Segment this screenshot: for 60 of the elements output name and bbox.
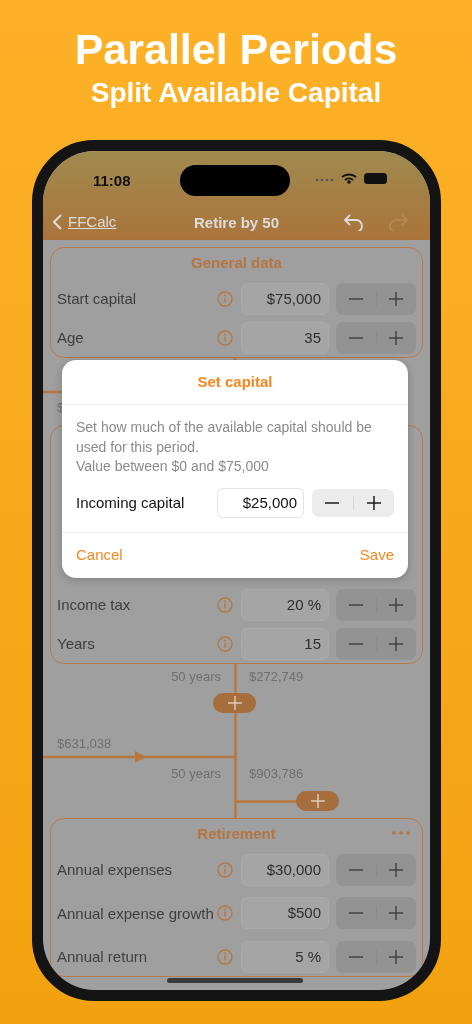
field-label: Start capital — [57, 289, 138, 308]
info-icon[interactable] — [217, 596, 233, 613]
plus-icon — [388, 861, 405, 878]
minus-icon — [348, 603, 363, 606]
stepper[interactable] — [312, 488, 394, 517]
field-label: Years — [57, 634, 96, 653]
back-link[interactable]: FFCalc — [53, 211, 117, 234]
plus-icon — [388, 596, 405, 613]
undo-icon[interactable] — [343, 213, 365, 231]
value-field[interactable]: $500 — [241, 897, 329, 929]
minus-icon — [348, 955, 363, 958]
field-label: Annual return — [57, 947, 149, 966]
plus-icon — [310, 794, 325, 808]
more-icon[interactable] — [392, 831, 410, 835]
info-icon[interactable] — [217, 948, 233, 965]
value-field[interactable]: 35 — [241, 321, 329, 354]
plus-icon — [365, 494, 382, 511]
headline: Parallel Periods — [73, 24, 399, 75]
field-label: Annual expense growth — [57, 903, 215, 923]
plus-icon — [388, 948, 405, 965]
info-icon[interactable] — [217, 329, 233, 346]
value-field[interactable]: 15 — [241, 627, 329, 660]
minus-icon — [348, 868, 363, 871]
battery-icon — [364, 173, 387, 184]
plus-icon — [388, 329, 405, 346]
minus-icon — [348, 642, 363, 645]
value-field[interactable]: 5 % — [241, 940, 329, 973]
field-label: Incoming capital — [76, 493, 186, 512]
plus-icon — [388, 905, 405, 921]
dialog-message: Value between $0 and $75,000 — [76, 457, 270, 476]
nav-title: Retire by 50 — [194, 213, 279, 233]
value-field[interactable]: $75,000 — [241, 282, 329, 315]
minus-icon — [325, 501, 340, 504]
section-title: General data — [191, 253, 282, 274]
info-icon[interactable] — [217, 861, 233, 878]
field-label: Income tax — [57, 595, 132, 614]
info-icon[interactable] — [217, 635, 233, 652]
status-time: 11:08 — [93, 171, 131, 191]
value-field[interactable]: 20 % — [241, 588, 329, 621]
minus-icon — [348, 336, 363, 339]
plus-icon — [388, 290, 405, 307]
info-icon[interactable] — [217, 905, 233, 921]
minus-icon — [348, 297, 363, 300]
section-title: Retirement — [197, 824, 276, 845]
dialog-message: Set how much of the available capital should be used for this period. — [76, 418, 373, 457]
field-label: Age — [57, 328, 85, 347]
subheadline: Split Available Capital — [89, 76, 383, 110]
plus-icon — [388, 635, 405, 652]
wifi-icon — [341, 172, 357, 184]
dialog-title: Set capital — [62, 360, 408, 405]
chevron-left-icon — [53, 214, 62, 231]
signal-icon — [315, 178, 335, 182]
minus-icon — [348, 912, 363, 914]
add-button[interactable] — [296, 791, 339, 811]
value-field[interactable]: $30,000 — [241, 853, 329, 886]
capital-field[interactable]: $25,000 — [217, 487, 304, 518]
add-button[interactable] — [213, 693, 256, 713]
info-icon[interactable] — [217, 290, 233, 307]
plus-icon — [227, 696, 242, 710]
field-label: Annual expenses — [57, 860, 174, 879]
